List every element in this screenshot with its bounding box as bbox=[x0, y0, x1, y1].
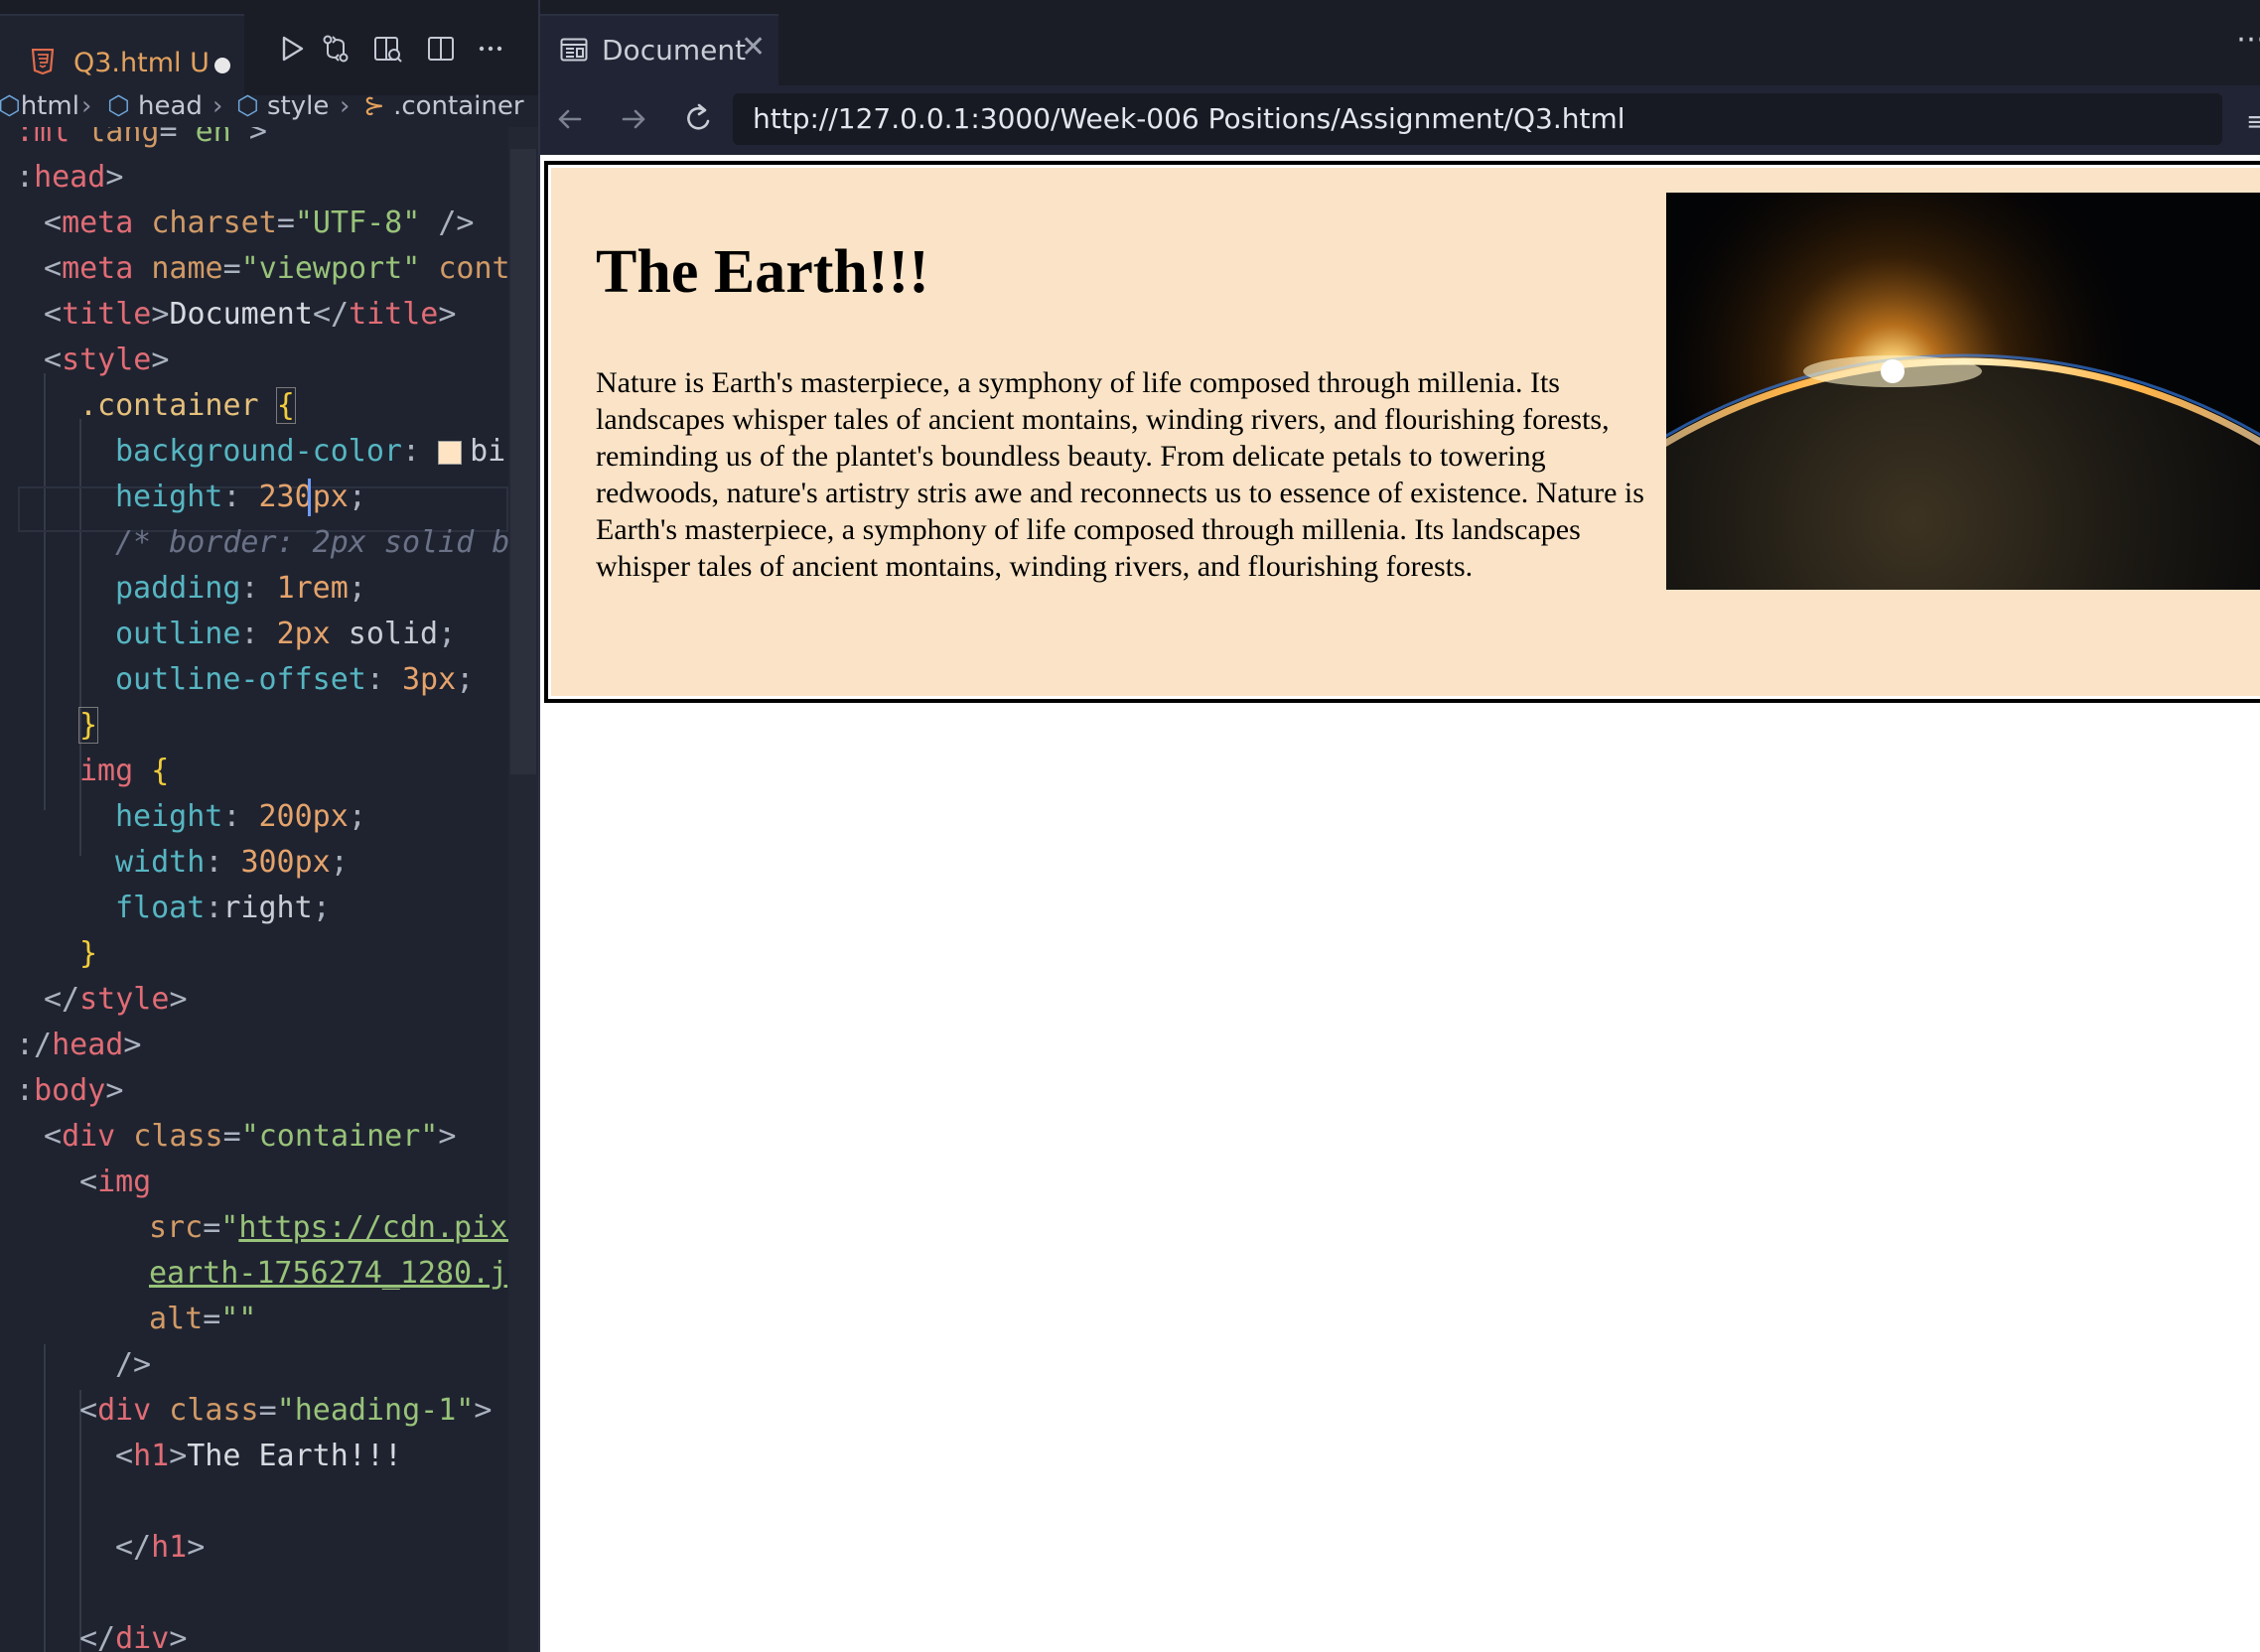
menu-icon[interactable]: ≡ bbox=[2246, 107, 2260, 137]
code-line: background-color: bisc bbox=[115, 434, 508, 469]
close-icon[interactable]: ✕ bbox=[741, 30, 766, 65]
page-heading: The Earth!!! bbox=[596, 238, 929, 306]
cube-icon: ⬡ bbox=[0, 91, 21, 121]
code-line: /> bbox=[115, 1347, 152, 1382]
code-line: img { bbox=[79, 754, 170, 788]
code-line: <style> bbox=[44, 343, 170, 377]
preview-browser-pane: Document ✕ ⋯ http://127.0.0.1:3000/Week-… bbox=[538, 0, 2260, 1652]
html5-file-icon bbox=[31, 48, 55, 75]
more-actions-icon[interactable] bbox=[475, 33, 506, 65]
code-line: </h1> bbox=[115, 1530, 206, 1565]
cube-icon: ⬡ bbox=[236, 91, 259, 121]
code-line: :head> bbox=[16, 160, 124, 195]
back-arrow-icon[interactable] bbox=[550, 99, 590, 139]
cube-icon: ⬡ bbox=[107, 91, 130, 121]
editor-tab-bar: Q3.html U bbox=[0, 0, 538, 95]
chevron-right-icon: › bbox=[212, 91, 223, 121]
code-line: float:right; bbox=[115, 891, 331, 925]
code-line: .container { bbox=[79, 387, 296, 424]
code-line: alt="" bbox=[149, 1302, 257, 1336]
breadcrumb-html[interactable]: ⬡html bbox=[0, 91, 79, 121]
code-line: <h1>The Earth!!! bbox=[115, 1439, 402, 1473]
code-line: padding: 1rem; bbox=[115, 571, 366, 606]
indent-guide bbox=[44, 373, 46, 810]
code-line: </style> bbox=[44, 982, 188, 1017]
code-line: <meta name="viewport" conter bbox=[44, 251, 508, 286]
code-line: <meta charset="UTF-8" /> bbox=[44, 206, 475, 240]
chevron-right-icon: › bbox=[81, 91, 92, 121]
compare-changes-icon[interactable] bbox=[320, 33, 352, 65]
code-line: } bbox=[79, 936, 98, 971]
code-line: </div> bbox=[79, 1621, 188, 1652]
code-area[interactable]: :ml lang="en"> :head> <meta charset="UTF… bbox=[0, 127, 508, 1652]
chevron-right-icon: › bbox=[340, 91, 351, 121]
code-line: outline: 2px solid; bbox=[115, 617, 457, 651]
code-line: height: 230px; bbox=[115, 480, 366, 514]
color-swatch[interactable] bbox=[438, 440, 463, 465]
indent-guide bbox=[44, 1344, 46, 1652]
browser-page-icon bbox=[560, 38, 588, 62]
code-line: <img bbox=[79, 1165, 152, 1199]
code-editor-pane[interactable]: Q3.html U ⬡html › ⬡ head › ⬡ style › ⊱ .… bbox=[0, 0, 538, 1652]
text-cursor bbox=[308, 479, 311, 516]
code-line: /* border: 2px solid blc bbox=[115, 525, 508, 560]
code-line: :ml lang="en"> bbox=[16, 127, 267, 149]
editor-scrollbar-thumb[interactable] bbox=[510, 149, 536, 774]
address-bar: http://127.0.0.1:3000/Week-006 Positions… bbox=[540, 85, 2260, 155]
editor-tab-q3-html[interactable]: Q3.html U bbox=[0, 14, 244, 95]
page-viewport: The Earth!!! Nature is Earth's masterpie… bbox=[540, 155, 2260, 1652]
url-input[interactable]: http://127.0.0.1:3000/Week-006 Positions… bbox=[733, 93, 2222, 145]
open-preview-icon[interactable] bbox=[371, 33, 403, 65]
earth-sunrise-image bbox=[1666, 193, 2260, 590]
code-line: <div class="container"> bbox=[44, 1119, 457, 1154]
code-line: height: 200px; bbox=[115, 799, 366, 834]
code-line: } bbox=[77, 707, 99, 744]
code-line: :body> bbox=[16, 1073, 124, 1108]
breadcrumb-style[interactable]: ⬡ style bbox=[236, 91, 329, 121]
code-line: <title>Document</title> bbox=[44, 297, 457, 332]
run-icon[interactable] bbox=[276, 33, 308, 65]
code-line: <div class="heading-1"> bbox=[79, 1393, 493, 1428]
selector-icon: ⊱ bbox=[363, 91, 385, 121]
code-line: outline-offset: 3px; bbox=[115, 662, 475, 697]
forward-arrow-icon[interactable] bbox=[614, 99, 653, 139]
breadcrumb: ⬡html › ⬡ head › ⬡ style › ⊱ .container bbox=[0, 87, 538, 127]
split-editor-icon[interactable] bbox=[425, 33, 457, 65]
code-line: earth-1756274_1280.jpg bbox=[149, 1256, 508, 1291]
code-line: :/head> bbox=[16, 1028, 142, 1062]
breadcrumb-head[interactable]: ⬡ head bbox=[107, 91, 203, 121]
page-paragraph: Nature is Earth's masterpiece, a symphon… bbox=[596, 366, 1644, 583]
code-line: width: 300px; bbox=[115, 845, 349, 880]
browser-tab-title: Document bbox=[602, 34, 747, 67]
browser-tab-bar: Document ✕ ⋯ bbox=[540, 0, 2260, 85]
unsaved-dot-icon[interactable] bbox=[214, 58, 230, 73]
editor-tab-label: Q3.html U bbox=[73, 48, 210, 78]
reload-icon[interactable] bbox=[679, 99, 719, 139]
breadcrumb-container[interactable]: ⊱ .container bbox=[363, 91, 524, 121]
earth-container: The Earth!!! Nature is Earth's masterpie… bbox=[551, 168, 2260, 696]
browser-tab-document[interactable]: Document ✕ bbox=[540, 14, 778, 85]
more-icon[interactable]: ⋯ bbox=[2236, 22, 2260, 57]
code-line: src="https://cdn.pixab bbox=[149, 1210, 508, 1245]
